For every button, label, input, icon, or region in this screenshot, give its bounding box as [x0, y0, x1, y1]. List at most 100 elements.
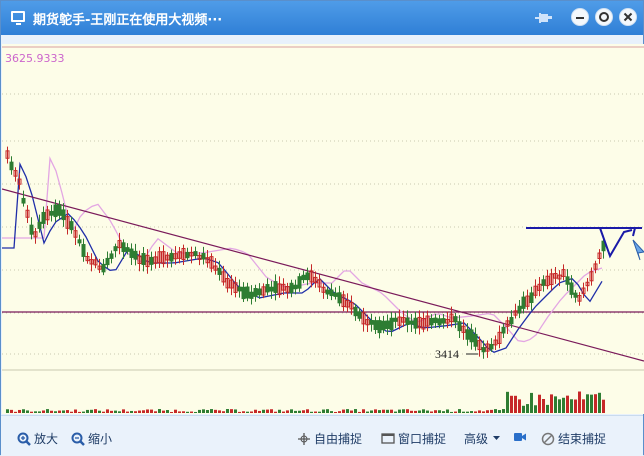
candle-body [389, 317, 394, 331]
window-capture-button[interactable]: 窗口捕捉 [381, 430, 446, 447]
volume-bar [270, 409, 273, 413]
volume-bar [70, 411, 73, 413]
volume-bar [586, 394, 589, 413]
captured-chart-area[interactable]: 3625.9333 3414 [2, 44, 644, 414]
volume-bar [362, 409, 365, 413]
volume-bar [114, 410, 117, 413]
candle-body [129, 248, 134, 258]
volume-bar [170, 411, 173, 413]
volume-bar [134, 411, 137, 413]
volume-bar [254, 409, 257, 413]
volume-bar [306, 409, 309, 413]
volume-bar [42, 410, 45, 413]
volume-bar [506, 391, 509, 413]
zoom-in-button[interactable]: 放大 [17, 430, 58, 447]
volume-bar [10, 409, 13, 413]
volume-bar [66, 410, 69, 413]
candle-body [169, 252, 174, 262]
candle-body [433, 317, 438, 324]
volume-bar [266, 409, 269, 413]
candle-body [333, 292, 338, 297]
title-bar[interactable]: 期货鸵手-王刚正在使用大视频··· [1, 1, 643, 35]
volume-bar [566, 395, 569, 413]
free-capture-button[interactable]: 自由捕捉 [297, 430, 362, 447]
candle-body [457, 321, 462, 332]
volume-bar [198, 409, 201, 413]
close-button[interactable] [619, 8, 637, 26]
candle-body [201, 253, 206, 260]
volume-bar [430, 411, 433, 413]
volume-bar [246, 411, 249, 413]
minimize-button[interactable] [571, 8, 589, 26]
candle-body [409, 320, 414, 325]
volume-bar [338, 411, 341, 413]
volume-bar [286, 410, 289, 413]
volume-bar [326, 409, 329, 413]
volume-bar [14, 411, 17, 413]
zoom-in-icon [17, 432, 31, 446]
volume-bar [130, 410, 133, 413]
candle-body [293, 284, 298, 290]
candle-body [565, 276, 570, 285]
volume-bar [502, 409, 505, 413]
advanced-dropdown[interactable]: 高级 [464, 430, 501, 447]
candle-body [469, 329, 474, 343]
end-capture-label: 结束捕捉 [558, 432, 607, 446]
volume-bar [102, 411, 105, 413]
candle-body [501, 326, 506, 334]
candle-body [237, 286, 242, 292]
volume-bar [50, 410, 53, 413]
volume-bar [474, 411, 477, 413]
candle-body [49, 210, 54, 216]
volume-bar [162, 410, 165, 413]
volume-bar [466, 411, 469, 413]
volume-bar [546, 404, 549, 413]
volume-bar [186, 411, 189, 413]
volume-bar [342, 409, 345, 413]
candle-body [257, 288, 262, 296]
volume-bar [334, 411, 337, 413]
candle-body [217, 267, 222, 275]
volume-bar [142, 410, 145, 413]
volume-bar [478, 410, 481, 413]
volume-bar [34, 411, 37, 413]
volume-bar [6, 409, 9, 413]
volume-bar [154, 411, 157, 413]
volume-bar [290, 409, 293, 413]
candle-body [61, 209, 66, 221]
maximize-button[interactable] [595, 8, 613, 26]
volume-bar [526, 404, 529, 413]
candle-body [29, 224, 34, 235]
volume-bar [366, 411, 369, 413]
maximize-icon [599, 12, 609, 22]
candle-body [385, 320, 390, 329]
crosshair-icon [298, 433, 310, 445]
candlestick-chart [2, 46, 644, 413]
volume-bar [438, 410, 441, 413]
video-camera-icon [514, 433, 526, 441]
candle-body [541, 279, 546, 286]
zoom-out-icon [71, 432, 85, 446]
volume-bar [194, 411, 197, 413]
capture-window: 期货鸵手-王刚正在使用大视频··· 3625.9333 3414 放大 缩小 自… [0, 0, 644, 456]
volume-bar [90, 409, 93, 413]
pin-icon[interactable] [535, 10, 553, 26]
volume-bar [258, 410, 261, 413]
volume-bar [158, 409, 161, 413]
volume-bar [222, 411, 225, 413]
volume-bar [78, 411, 81, 413]
volume-bar [282, 411, 285, 413]
volume-bar [126, 411, 129, 413]
volume-bar [346, 409, 349, 413]
candle-body [113, 246, 118, 252]
candle-body [465, 329, 470, 340]
candle-body [405, 317, 410, 325]
end-capture-button[interactable]: 结束捕捉 [541, 430, 606, 447]
zoom-out-button[interactable]: 缩小 [71, 430, 112, 447]
volume-bar [410, 410, 413, 413]
candle-body [337, 292, 342, 304]
volume-bar [174, 409, 177, 413]
volume-bar [498, 410, 501, 413]
video-button[interactable] [513, 430, 530, 444]
candle-body [77, 239, 82, 244]
